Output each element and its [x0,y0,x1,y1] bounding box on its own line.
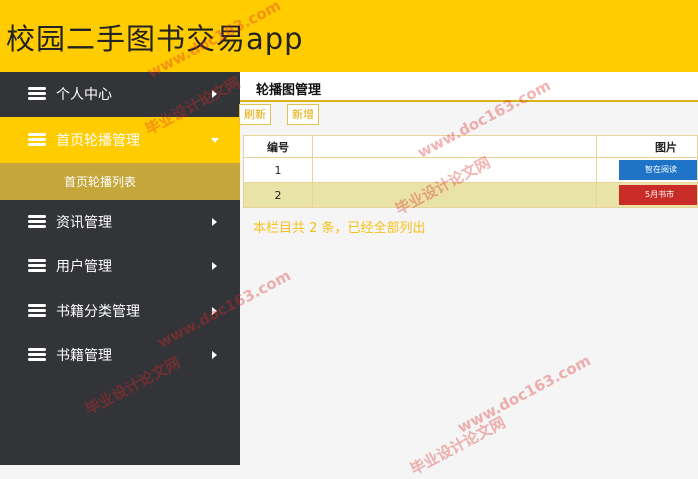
table-row[interactable]: 1 智在阅读 [243,157,698,183]
chevron-down-icon [211,137,219,143]
row-image-cell: 5月书市 [596,182,698,208]
column-header-image: 图片 [596,135,698,158]
page-header: 轮播图管理 [240,72,698,102]
main-content: 轮播图管理 刷新 新增 编号 图片 1 智在阅读 2 5月书市 本栏目共 2 条… [239,72,698,465]
chevron-right-icon [212,306,217,315]
sidebar-item-label: 书籍管理 [56,348,112,365]
column-header-blank [312,135,597,158]
carousel-thumbnail[interactable]: 智在阅读 [619,160,697,180]
sidebar-item-personal-center[interactable]: 个人中心 [0,72,240,117]
stack-icon [28,348,46,362]
carousel-thumbnail[interactable]: 5月书市 [619,185,697,205]
page-title: 轮播图管理 [256,83,322,98]
row-id: 1 [243,157,313,183]
sidebar-item-label: 首页轮播管理 [56,132,140,149]
row-image-cell: 智在阅读 [596,157,698,183]
chevron-right-icon [212,217,217,226]
chevron-right-icon [212,262,217,271]
stack-icon [28,259,46,273]
sidebar: 个人中心 首页轮播管理 首页轮播列表 资讯管理 用户管理 书籍分类管理 书籍管理 [0,72,240,465]
sidebar-subitem-carousel-list[interactable]: 首页轮播列表 [0,162,240,200]
stack-icon [28,214,46,229]
toolbar: 刷新 新增 [239,102,698,126]
carousel-table: 编号 图片 1 智在阅读 2 5月书市 [243,135,698,208]
sidebar-item-carousel[interactable]: 首页轮播管理 [0,116,240,163]
thumbnail-caption: 5月书市 [645,190,675,199]
sidebar-item-label: 资讯管理 [56,214,112,231]
sidebar-item-books[interactable]: 书籍管理 [0,333,240,378]
row-blank [312,157,597,183]
thumbnail-caption: 智在阅读 [645,165,677,174]
chevron-right-icon [212,90,217,99]
row-id: 2 [243,182,313,208]
app-title: 校园二手图书交易app [6,22,304,56]
sidebar-item-label: 个人中心 [56,87,112,104]
sidebar-subitem-label: 首页轮播列表 [64,174,137,189]
refresh-button[interactable]: 刷新 [239,104,271,125]
row-blank [312,182,597,208]
chevron-right-icon [212,351,217,360]
sidebar-item-label: 书籍分类管理 [56,303,140,320]
stack-icon [28,132,46,147]
app-header: 校园二手图书交易app [0,0,698,72]
column-header-id: 编号 [243,135,313,158]
sidebar-item-news[interactable]: 资讯管理 [0,200,240,245]
sidebar-item-users[interactable]: 用户管理 [0,244,240,289]
stack-icon [28,303,46,318]
table-row[interactable]: 2 5月书市 [243,182,698,208]
table-header-row: 编号 图片 [243,135,698,158]
sidebar-item-label: 用户管理 [56,259,112,276]
sidebar-item-book-categories[interactable]: 书籍分类管理 [0,289,240,334]
add-button[interactable]: 新增 [287,104,319,125]
list-footer-note: 本栏目共 2 条，已经全部列出 [253,221,426,236]
stack-icon [28,87,46,101]
